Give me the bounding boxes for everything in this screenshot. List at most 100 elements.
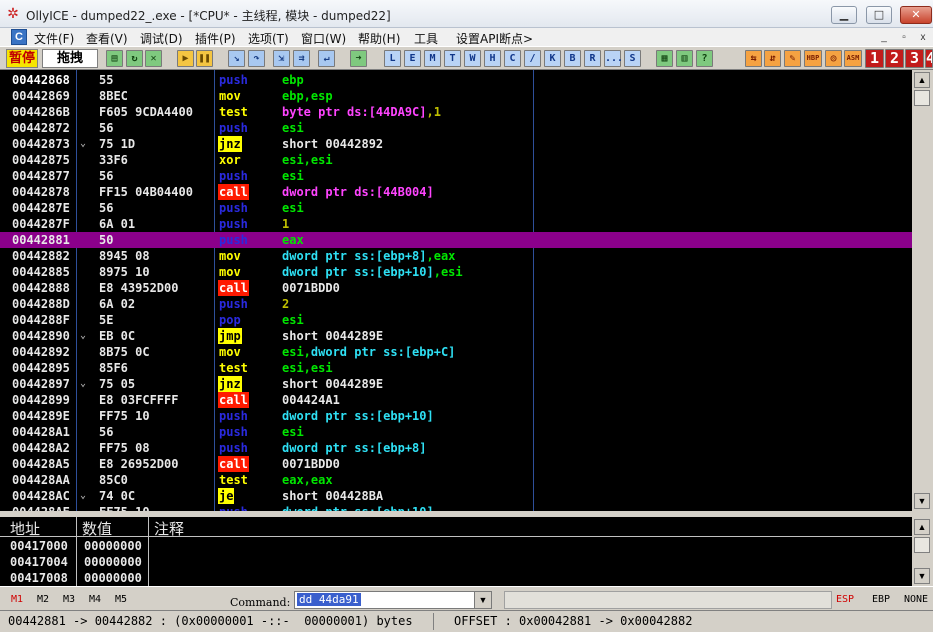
disasm-row[interactable]: 00442892 8B75 0C mov esi,dword ptr ss:[ebp+… — [0, 344, 912, 360]
menu-set-api-breakpoint[interactable]: 设置API断点> — [456, 30, 533, 47]
run-trace-window-icon[interactable]: ... — [604, 50, 623, 67]
execute-till-return-icon[interactable]: ↵ — [318, 50, 335, 67]
disasm-row[interactable]: 004428A5 E8 26952D00 call 0071BDD0 — [0, 456, 912, 472]
disasm-scrollbar[interactable]: ▲ ▼ — [912, 70, 933, 511]
menu-window[interactable]: 窗口(W) — [301, 30, 346, 47]
menu-help[interactable]: 帮助(H) — [358, 30, 400, 47]
disasm-row[interactable]: 0044287F 6A 01 push 1 — [0, 216, 912, 232]
scroll-up-icon[interactable]: ▲ — [914, 519, 930, 535]
disasm-row[interactable]: 004428AE FF75 10 push dword ptr ss:[ebp+10] — [0, 504, 912, 511]
options-icon[interactable]: ▥ — [676, 50, 693, 67]
dump-pane[interactable]: 地址 数值 注释 00417000 00000000 00417004 0000… — [0, 517, 912, 586]
disasm-row[interactable]: 0044288F 5E pop esi — [0, 312, 912, 328]
mark-m5[interactable]: M5 — [115, 594, 127, 605]
restart-icon[interactable]: ↻ — [126, 50, 143, 67]
log-window-icon[interactable]: L — [384, 50, 401, 67]
appearance-icon[interactable]: ▦ — [656, 50, 673, 67]
pause-icon[interactable]: ❚❚ — [196, 50, 213, 67]
step-over-icon[interactable]: ↷ — [248, 50, 265, 67]
target-icon[interactable]: ◎ — [825, 50, 842, 67]
disasm-row[interactable]: 004428A1 56 push esi — [0, 424, 912, 440]
disasm-row[interactable]: 004428AA 85C0 test eax,eax — [0, 472, 912, 488]
mdi-close-button[interactable]: x — [915, 31, 931, 44]
plugin-tool-1-icon[interactable]: ⇆ — [745, 50, 762, 67]
threads-window-icon[interactable]: T — [444, 50, 461, 67]
references-window-icon[interactable]: R — [584, 50, 601, 67]
close-button[interactable]: ✕ — [900, 6, 932, 24]
command-input[interactable]: dd 44da91 ▼ — [294, 591, 492, 609]
minimize-button[interactable]: ▁ — [831, 6, 857, 24]
source-window-icon[interactable]: S — [624, 50, 641, 67]
scroll-down-icon[interactable]: ▼ — [914, 568, 930, 584]
dump-column-divider[interactable] — [76, 517, 77, 586]
disasm-row[interactable]: 004428AC ⌄ 74 0C je short 004428BA — [0, 488, 912, 504]
disasm-row[interactable]: 00442875 33F6 xor esi,esi — [0, 152, 912, 168]
command-slot-4-icon[interactable]: 4 — [925, 49, 933, 68]
command-slot-3-icon[interactable]: 3 — [905, 49, 924, 68]
mark-m2[interactable]: M2 — [37, 594, 49, 605]
mark-m4[interactable]: M4 — [89, 594, 101, 605]
breakpoints-window-icon[interactable]: B — [564, 50, 581, 67]
menu-view[interactable]: 查看(V) — [86, 30, 128, 47]
disasm-row[interactable]: 004428A2 FF75 08 push dword ptr ss:[ebp+8] — [0, 440, 912, 456]
scroll-thumb[interactable] — [914, 90, 930, 106]
menu-file[interactable]: 文件(F) — [34, 30, 74, 47]
dump-header-value[interactable]: 数值 — [82, 518, 112, 539]
run-icon[interactable]: ▶ — [177, 50, 194, 67]
command-slot-1-icon[interactable]: 1 — [865, 49, 884, 68]
mdi-minimize-button[interactable]: _ — [876, 31, 892, 44]
menu-debug[interactable]: 调试(D) — [140, 30, 183, 47]
open-file-icon[interactable]: ▤ — [106, 50, 123, 67]
trace-over-icon[interactable]: ⇉ — [293, 50, 310, 67]
close-program-icon[interactable]: ✕ — [145, 50, 162, 67]
register-esp[interactable]: ESP — [836, 594, 854, 605]
menu-tools[interactable]: 工具 — [414, 30, 438, 47]
dump-header-comment[interactable]: 注释 — [154, 518, 184, 539]
disasm-row[interactable]: 00442890 ⌄ EB 0C jmp short 0044289E — [0, 328, 912, 344]
step-into-icon[interactable]: ↘ — [228, 50, 245, 67]
disassembly-pane[interactable]: 00442868 55 push ebp 00442869 8BEC mov ebp,esp 0… — [0, 70, 912, 511]
disasm-row[interactable]: 00442885 8975 10 mov dword ptr ss:[ebp+10],… — [0, 264, 912, 280]
dump-column-divider[interactable] — [148, 517, 149, 586]
patches-window-icon[interactable]: / — [524, 50, 541, 67]
disasm-row[interactable]: 00442877 56 push esi — [0, 168, 912, 184]
goto-origin-icon[interactable]: ➜ — [350, 50, 367, 67]
menu-plugins[interactable]: 插件(P) — [195, 30, 236, 47]
disasm-row[interactable]: 0044286B F605 9CDA4400 test byte ptr ds:[44… — [0, 104, 912, 120]
hardware-breakpoint-icon[interactable]: HBP — [804, 50, 822, 67]
drag-button[interactable]: 拖拽 — [42, 49, 98, 68]
help-icon[interactable]: ? — [696, 50, 713, 67]
mark-m1[interactable]: M1 — [11, 594, 23, 605]
maximize-button[interactable]: □ — [866, 6, 892, 24]
disasm-row[interactable]: 00442878 FF15 04B04400 call dword ptr ds:[4… — [0, 184, 912, 200]
windows-window-icon[interactable]: W — [464, 50, 481, 67]
mark-m3[interactable]: M3 — [63, 594, 75, 605]
menu-options[interactable]: 选项(T) — [248, 30, 289, 47]
disasm-row[interactable]: 0044288D 6A 02 push 2 — [0, 296, 912, 312]
asm-icon[interactable]: ASM — [844, 50, 862, 67]
plugin-tool-2-icon[interactable]: ⇵ — [764, 50, 781, 67]
disasm-row-selected[interactable]: 00442881 50 push eax — [0, 232, 912, 248]
scroll-up-icon[interactable]: ▲ — [914, 72, 930, 88]
call-stack-window-icon[interactable]: K — [544, 50, 561, 67]
register-ebp[interactable]: EBP — [872, 594, 890, 605]
scroll-down-icon[interactable]: ▼ — [914, 493, 930, 509]
register-none[interactable]: NONE — [904, 594, 928, 605]
disasm-row[interactable]: 0044289E FF75 10 push dword ptr ss:[ebp+10] — [0, 408, 912, 424]
trace-into-icon[interactable]: ⇲ — [273, 50, 290, 67]
mdi-restore-button[interactable]: ▫ — [896, 31, 912, 44]
memory-window-icon[interactable]: M — [424, 50, 441, 67]
disasm-row[interactable]: 00442872 56 push esi — [0, 120, 912, 136]
modules-window-icon[interactable]: E — [404, 50, 421, 67]
disasm-row[interactable]: 0044287E 56 push esi — [0, 200, 912, 216]
dump-scrollbar[interactable]: ▲ ▼ — [912, 517, 933, 586]
scroll-thumb[interactable] — [914, 537, 930, 553]
disasm-row[interactable]: 00442888 E8 43952D00 call 0071BDD0 — [0, 280, 912, 296]
dump-header-address[interactable]: 地址 — [10, 518, 40, 539]
disasm-row[interactable]: 00442899 E8 03FCFFFF call 004424A1 — [0, 392, 912, 408]
disasm-row[interactable]: 00442868 55 push ebp — [0, 72, 912, 88]
disasm-row[interactable]: 00442895 85F6 test esi,esi — [0, 360, 912, 376]
command-slot-2-icon[interactable]: 2 — [885, 49, 904, 68]
disasm-row[interactable]: 00442882 8945 08 mov dword ptr ss:[ebp+8],e… — [0, 248, 912, 264]
disasm-row[interactable]: 00442869 8BEC mov ebp,esp — [0, 88, 912, 104]
